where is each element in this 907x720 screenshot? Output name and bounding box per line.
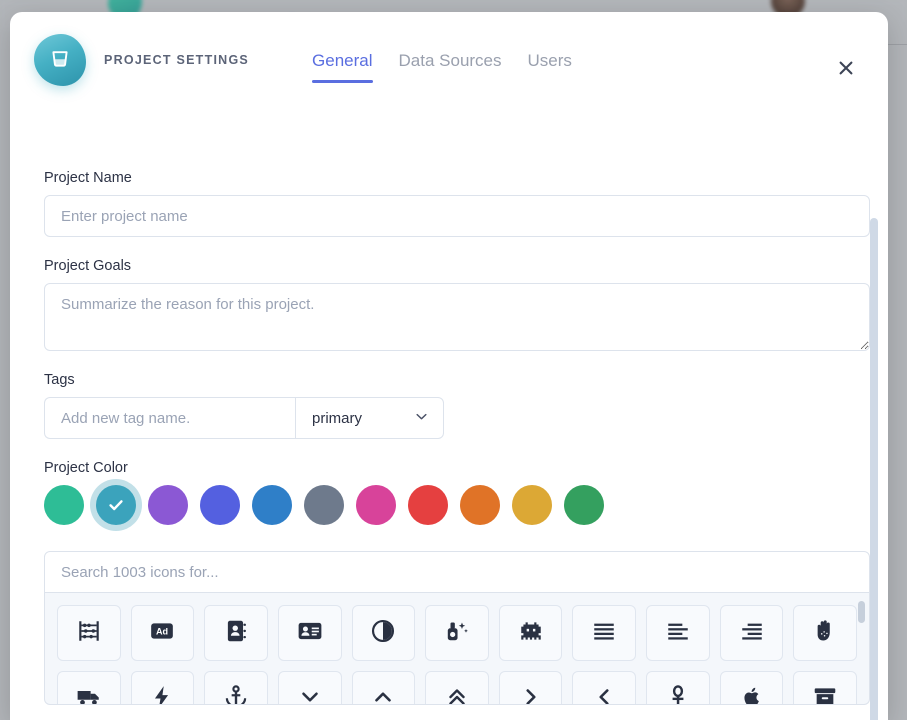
icon-cell-align-justify[interactable]	[572, 605, 637, 661]
icon-cell-align-right[interactable]	[719, 605, 784, 661]
background-right-panel	[888, 22, 907, 720]
color-swatch-list	[44, 485, 854, 525]
ambulance-icon	[76, 684, 102, 704]
project-goals-label: Project Goals	[44, 258, 132, 274]
angle-left-icon	[591, 684, 617, 704]
modal-body: Project Name Project Goals Tags primary …	[10, 108, 888, 720]
icon-cell-archive[interactable]	[793, 671, 857, 704]
brand-title: PROJECT SETTINGS	[104, 53, 250, 67]
tab-general[interactable]: General	[312, 51, 374, 83]
icon-panel-scrollbar[interactable]	[858, 601, 865, 623]
svg-text:Ad: Ad	[156, 626, 168, 636]
icon-cell-angle-down[interactable]	[277, 671, 342, 705]
color-swatch-teal[interactable]	[96, 485, 136, 525]
icon-cell-bolt[interactable]	[130, 671, 195, 704]
icon-cell-address-book[interactable]	[204, 605, 268, 661]
icon-cell-ad[interactable]: Ad	[130, 605, 195, 661]
adjust-icon	[370, 618, 396, 649]
color-swatch-slate[interactable]	[304, 485, 344, 525]
tab-data-sources[interactable]: Data Sources	[399, 51, 502, 83]
align-justify-icon	[591, 618, 617, 649]
ad-icon: Ad	[149, 618, 175, 649]
icon-cell-address-card[interactable]	[277, 605, 342, 661]
tag-type-select[interactable]: primary	[295, 397, 444, 439]
color-swatch-red[interactable]	[408, 485, 448, 525]
icon-grid: Ad	[57, 605, 857, 705]
angle-right-icon	[518, 684, 544, 704]
archive-icon	[812, 684, 838, 704]
tags-row: primary	[44, 397, 444, 439]
abacus-icon	[76, 618, 102, 649]
apple-icon	[739, 684, 765, 704]
alien-monster-icon	[518, 618, 544, 649]
brand: PROJECT SETTINGS	[34, 34, 249, 86]
project-settings-modal: PROJECT SETTINGS General Data Sources Us…	[10, 12, 888, 720]
tag-name-input[interactable]	[44, 397, 295, 439]
icon-cell-align-left[interactable]	[646, 605, 710, 661]
allergies-hand-icon	[812, 618, 838, 649]
color-swatch-orange[interactable]	[460, 485, 500, 525]
color-swatch-purple[interactable]	[148, 485, 188, 525]
project-goals-textarea[interactable]	[44, 283, 870, 351]
icon-cell-angle-double-up[interactable]	[425, 671, 489, 704]
color-swatch-green[interactable]	[44, 485, 84, 525]
anchor-icon	[223, 684, 249, 704]
icon-cell-apple[interactable]	[719, 671, 784, 704]
color-swatch-forest[interactable]	[564, 485, 604, 525]
chevron-down-icon	[414, 409, 429, 428]
tags-label: Tags	[44, 372, 75, 388]
angle-down-icon	[297, 684, 323, 705]
close-button[interactable]	[832, 56, 860, 84]
color-swatch-indigo[interactable]	[200, 485, 240, 525]
icon-cell-angle-right[interactable]	[498, 671, 563, 704]
close-icon	[836, 58, 856, 83]
background-right-divider	[888, 44, 907, 45]
address-card-icon	[297, 618, 323, 649]
modal-scrollbar-track[interactable]	[870, 115, 883, 720]
icon-cell-air-freshener[interactable]	[425, 605, 489, 661]
icon-cell-allergies-hand[interactable]	[793, 605, 857, 661]
icon-cell-anchor[interactable]	[204, 671, 268, 704]
app-logo	[34, 34, 86, 86]
icon-cell-adjust[interactable]	[351, 605, 416, 661]
bolt-icon	[149, 684, 175, 704]
icon-cell-ambulance[interactable]	[57, 671, 121, 704]
align-right-icon	[739, 618, 765, 649]
project-name-label: Project Name	[44, 170, 132, 186]
cup-icon	[48, 46, 72, 75]
project-color-label: Project Color	[44, 460, 128, 476]
air-freshener-icon	[444, 618, 470, 649]
icon-cell-angle-up[interactable]	[351, 671, 416, 705]
color-swatch-blue[interactable]	[252, 485, 292, 525]
icon-cell-ankh[interactable]	[646, 671, 710, 704]
angle-double-up-icon	[444, 684, 470, 704]
icon-search-input[interactable]	[44, 551, 870, 593]
tab-users[interactable]: Users	[528, 51, 572, 83]
address-book-icon	[223, 618, 249, 649]
ankh-icon	[665, 684, 691, 704]
check-icon	[109, 500, 123, 511]
align-left-icon	[665, 618, 691, 649]
color-swatch-yellow[interactable]	[512, 485, 552, 525]
angle-up-icon	[370, 684, 396, 705]
modal-header: PROJECT SETTINGS General Data Sources Us…	[10, 12, 888, 108]
modal-scrollbar-thumb[interactable]	[870, 218, 878, 720]
modal-tabs: General Data Sources Users	[312, 37, 572, 83]
icon-picker-panel: Ad	[44, 593, 870, 705]
color-swatch-pink[interactable]	[356, 485, 396, 525]
tag-type-value: primary	[312, 409, 363, 427]
icon-cell-alien-monster[interactable]	[498, 605, 563, 661]
icon-cell-abacus[interactable]	[57, 605, 121, 661]
project-name-input[interactable]	[44, 195, 870, 237]
icon-cell-angle-left[interactable]	[572, 671, 637, 704]
